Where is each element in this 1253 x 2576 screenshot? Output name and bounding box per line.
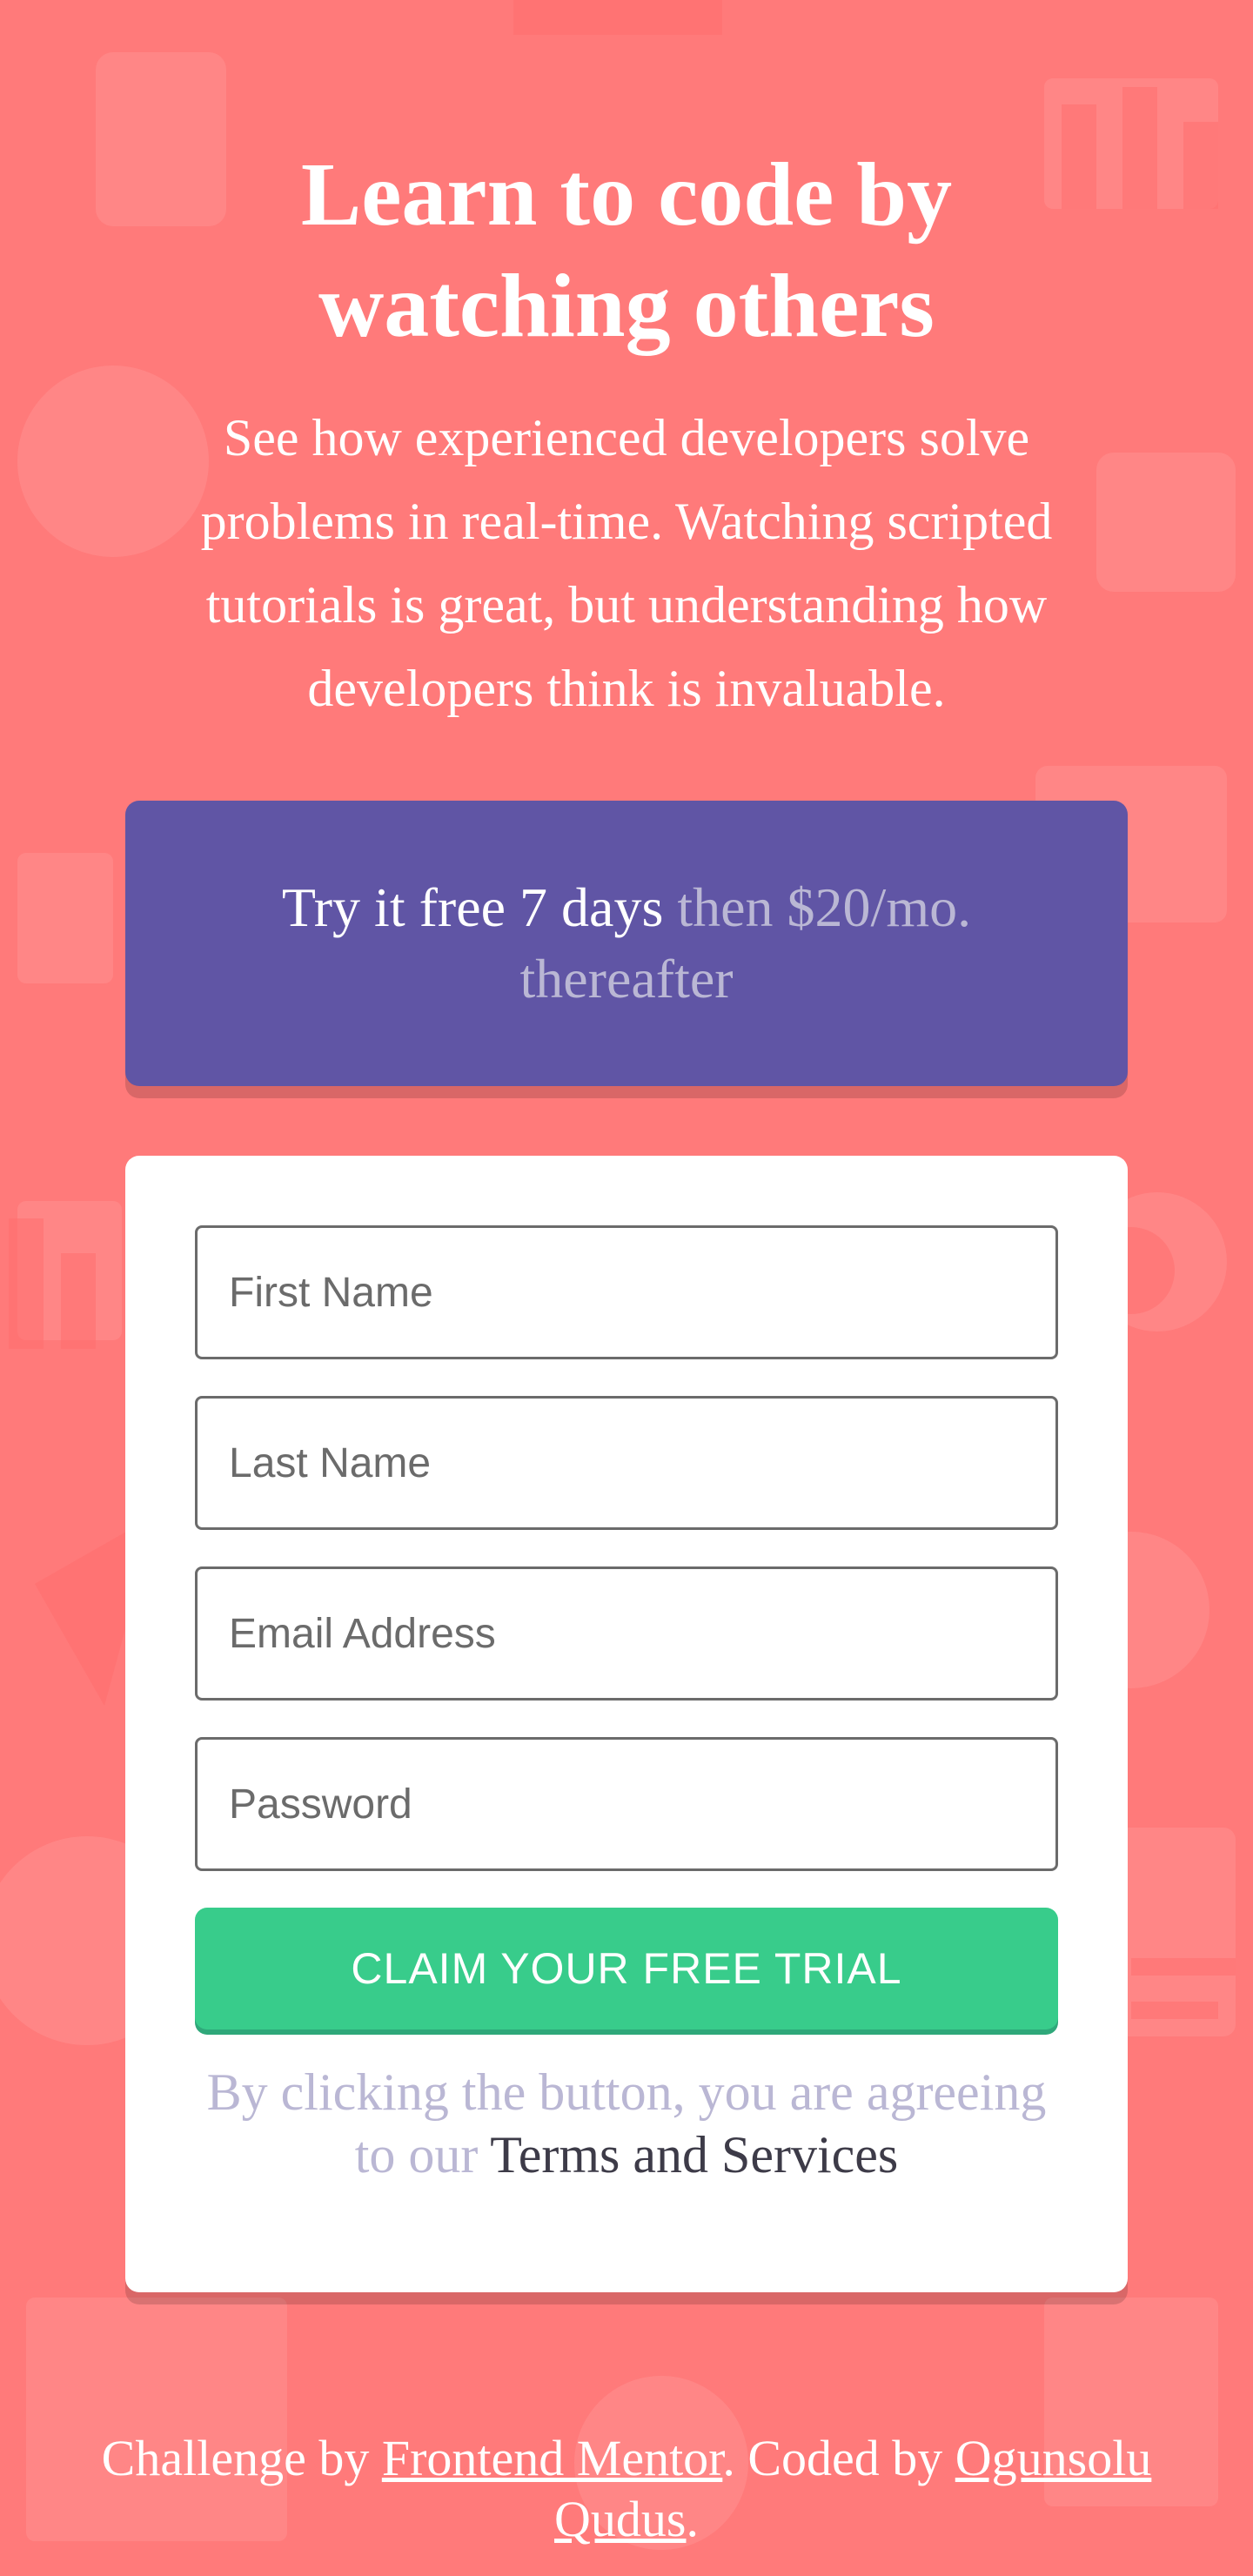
attribution-footer: Challenge by Frontend Mentor. Coded by O…: [35, 2428, 1218, 2550]
pricing-trial-text: Try it free 7 days: [281, 876, 664, 938]
password-field[interactable]: [195, 1737, 1058, 1871]
hero-title: Learn to code by watching others: [300, 144, 953, 356]
pricing-banner: Try it free 7 days then $20/mo. thereaft…: [125, 801, 1128, 1086]
frontend-mentor-link[interactable]: Frontend Mentor: [382, 2430, 722, 2486]
terms-link[interactable]: Terms and Services: [490, 2126, 898, 2184]
signup-form: CLAIM YOUR FREE TRIAL By clicking the bu…: [125, 1156, 1128, 2292]
terms-notice: By clicking the button, you are agreeing…: [195, 2061, 1058, 2186]
pricing-text: Try it free 7 days then $20/mo. thereaft…: [195, 872, 1058, 1015]
footer-coded-prefix: . Coded by: [722, 2430, 943, 2486]
first-name-field[interactable]: [195, 1225, 1058, 1359]
claim-trial-button[interactable]: CLAIM YOUR FREE TRIAL: [195, 1908, 1058, 2029]
last-name-field[interactable]: [195, 1396, 1058, 1530]
footer-suffix: .: [686, 2491, 699, 2547]
footer-challenge-prefix: Challenge by: [101, 2430, 370, 2486]
hero-description: See how experienced developers solve pro…: [200, 409, 1053, 717]
email-field[interactable]: [195, 1566, 1058, 1701]
